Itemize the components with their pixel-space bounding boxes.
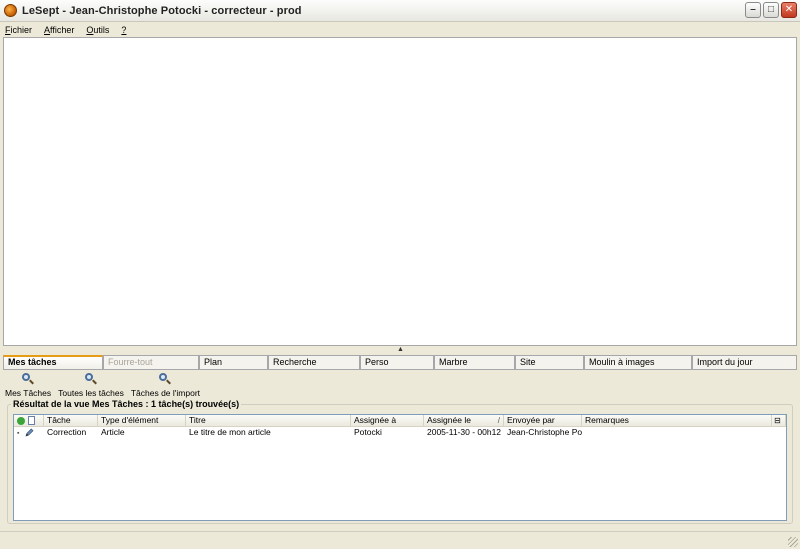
tab-marbre[interactable]: Marbre [434, 355, 515, 369]
table-header: Tâche Type d'élément Titre Assignée à As… [14, 415, 786, 427]
app-icon [4, 4, 17, 17]
splitter-up-arrow-icon[interactable]: ▲ [397, 346, 404, 353]
menu-afficher[interactable]: Afficher [44, 25, 74, 35]
search-icon [159, 373, 172, 385]
sort-indicator-icon: / [497, 416, 500, 425]
cell-remarques [582, 427, 772, 439]
tab-perso[interactable]: Perso [360, 355, 434, 369]
cell-type: Article [101, 427, 125, 437]
close-button[interactable]: ✕ [781, 2, 797, 18]
resize-grip-icon[interactable] [788, 537, 798, 547]
column-header-tache[interactable]: Tâche [44, 415, 98, 426]
main-content-pane[interactable] [3, 37, 797, 346]
view-toolbar: Mes Tâches Toutes les tâches Tâches de l… [3, 369, 797, 399]
close-icon: ✕ [784, 4, 794, 15]
cell-assignee-le: 2005-11-30 - 00h12 [427, 427, 502, 437]
cell-assignee-a: Potocki [354, 427, 382, 437]
row-icons: ▪ [14, 427, 44, 439]
document-icon [28, 416, 35, 425]
taches-import-button[interactable]: Tâches de l'import [131, 370, 200, 399]
column-header-type[interactable]: Type d'élément [98, 415, 186, 426]
tab-plan[interactable]: Plan [199, 355, 268, 369]
results-title: Résultat de la vue Mes Tâches : 1 tâche(… [11, 399, 242, 409]
tab-bar: Mes tâches Fourre-tout Plan Recherche Pe… [3, 355, 797, 369]
minimize-icon: – [750, 4, 756, 15]
table-row[interactable]: ▪ Correction Article Le titre de mon art… [14, 427, 786, 439]
toutes-les-taches-button[interactable]: Toutes les tâches [58, 370, 124, 399]
column-header-remarques[interactable]: Remarques [582, 415, 772, 426]
column-header-envoyee-par[interactable]: Envoyée par [504, 415, 582, 426]
window-title: LeSept - Jean-Christophe Potocki - corre… [22, 4, 302, 17]
check-icon [17, 417, 25, 425]
column-header-assignee-le[interactable]: Assignée le / [424, 415, 504, 426]
tab-site[interactable]: Site [515, 355, 584, 369]
mes-taches-button[interactable]: Mes Tâches [5, 370, 51, 399]
tab-fourre-tout[interactable]: Fourre-tout [103, 355, 199, 369]
minimize-button[interactable]: – [745, 2, 761, 18]
expand-icon[interactable]: ▪ [17, 428, 25, 439]
cell-titre: Le titre de mon article [189, 427, 271, 437]
pen-icon [25, 428, 34, 437]
title-bar[interactable]: LeSept - Jean-Christophe Potocki - corre… [0, 0, 800, 22]
status-bar [0, 531, 800, 549]
status-column-header[interactable] [14, 415, 44, 426]
menu-fichier[interactable]: Fichier [5, 25, 32, 35]
column-header-titre[interactable]: Titre [186, 415, 351, 426]
search-icon [22, 373, 35, 385]
column-header-assignee-a[interactable]: Assignée à [351, 415, 424, 426]
column-picker-icon[interactable]: ⊟ [772, 415, 786, 426]
tab-import-du-jour[interactable]: Import du jour [692, 355, 797, 369]
tab-moulin-a-images[interactable]: Moulin à images [584, 355, 692, 369]
tasks-table[interactable]: Tâche Type d'élément Titre Assignée à As… [13, 414, 787, 521]
cell-envoyee-par: Jean-Christophe Po... [507, 427, 582, 437]
tab-mes-taches[interactable]: Mes tâches [3, 355, 103, 369]
maximize-icon: □ [767, 4, 775, 15]
window-controls: – □ ✕ [745, 2, 797, 18]
search-icon [84, 373, 97, 385]
tab-recherche[interactable]: Recherche [268, 355, 360, 369]
menu-outils[interactable]: Outils [86, 25, 109, 35]
cell-tache: Correction [47, 427, 87, 437]
menu-help[interactable]: ? [121, 25, 126, 35]
menu-bar: Fichier Afficher Outils ? [0, 22, 800, 37]
maximize-button[interactable]: □ [763, 2, 779, 18]
